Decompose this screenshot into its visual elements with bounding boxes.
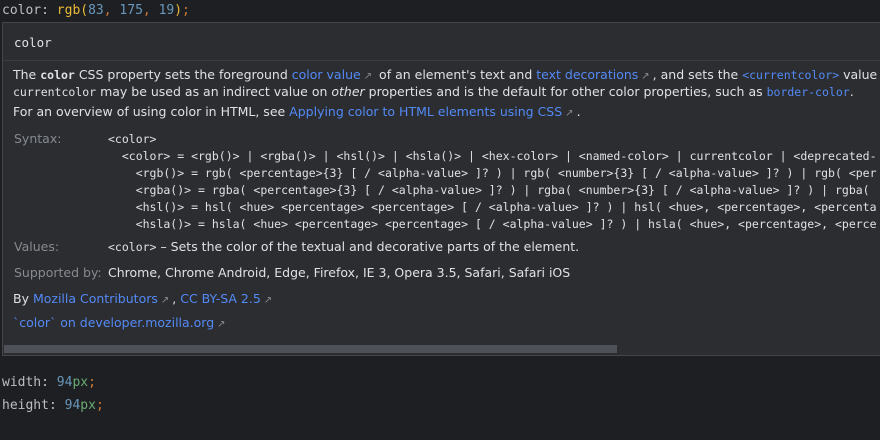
semicolon: ; [95, 398, 104, 413]
emphasis: other [331, 84, 365, 99]
paren: ) [174, 3, 183, 18]
external-link-icon: ↗ [217, 319, 226, 330]
code-line-width[interactable]: width: 94px; [2, 375, 96, 390]
syntax-line: <color> = <rgb()> | <rgba()> | <hsl()> |… [108, 149, 877, 163]
number: 94 [56, 375, 73, 390]
attribution: By Mozilla Contributors ↗, CC BY-SA 2.5 ↗ [13, 291, 275, 306]
divider [3, 60, 880, 61]
paren: ( [80, 3, 89, 18]
description-line-1: The color CSS property sets the foregrou… [13, 67, 877, 82]
text: may be used as an indirect value on [96, 84, 332, 99]
green-value: 175 [119, 3, 143, 18]
comma: , [103, 3, 120, 18]
link-text-decorations[interactable]: text decorations [536, 67, 638, 82]
external-link-icon: ↗ [641, 71, 650, 82]
values-text: <color> – Sets the color of the textual … [108, 239, 579, 254]
property-name: width [2, 375, 42, 390]
text: The [13, 67, 41, 82]
function-name: rgb [56, 3, 81, 18]
description-line-2: currentcolor may be used as an indirect … [13, 84, 854, 99]
link-applying-color[interactable]: Applying color to HTML elements using CS… [289, 104, 562, 119]
semicolon: ; [88, 375, 96, 390]
code-line-height[interactable]: height: 94px; [2, 398, 104, 413]
text: , and sets the [652, 67, 743, 82]
link-currentcolor[interactable]: <currentcolor> [742, 68, 839, 82]
inline-code: <color> [108, 240, 157, 254]
syntax-line: <rgb()> = rgb( <percentage>{3} [ / <alph… [108, 166, 877, 180]
popup-title: color [14, 35, 52, 50]
blue-value: 19 [158, 3, 175, 18]
text: properties and is the default for other … [364, 84, 767, 99]
horizontal-scrollbar[interactable] [4, 345, 617, 353]
link-color-value[interactable]: color value [292, 67, 361, 82]
colon: : [41, 375, 57, 390]
external-link-icon: ↗ [263, 295, 273, 306]
external-link-icon: ↗ [160, 295, 170, 306]
mdn-link-row: `color` on developer.mozilla.org ↗ [13, 315, 229, 330]
text: of an element's text and [375, 67, 537, 82]
supported-label: Supported by: [14, 265, 102, 280]
text: CSS property sets the foreground [74, 67, 292, 82]
unit: px [72, 375, 89, 390]
external-link-icon: ↗ [363, 71, 373, 82]
text: – Sets the color of the textual and deco… [156, 239, 580, 254]
comma: , [142, 3, 159, 18]
values-label: Values: [14, 239, 60, 254]
red-value: 83 [88, 3, 104, 18]
link-license[interactable]: CC BY-SA 2.5 [180, 291, 261, 306]
text: value [839, 67, 878, 82]
syntax-line: <color> [108, 132, 157, 146]
number: 94 [64, 398, 81, 413]
link-mozilla-contributors[interactable]: Mozilla Contributors [33, 291, 158, 306]
text: . [849, 84, 854, 99]
link-border-color[interactable]: border-color [767, 85, 850, 99]
syntax-line: <hsla()> = hsla( <hue> <percentage> <per… [108, 217, 877, 231]
link-mdn[interactable]: `color` on developer.mozilla.org [13, 315, 214, 330]
documentation-popup: color The color CSS property sets the fo… [2, 22, 880, 356]
inline-code: currentcolor [13, 85, 97, 99]
semicolon: ; [182, 3, 190, 18]
inline-code: color [40, 68, 75, 82]
syntax-block: <color> <color> = <rgb()> | <rgba()> | <… [108, 131, 877, 233]
text: By [13, 291, 33, 306]
text: For an overview of using color in HTML, … [13, 104, 290, 119]
supported-text: Chrome, Chrome Android, Edge, Firefox, I… [108, 265, 571, 280]
syntax-line: <hsl()> = hsl( <hue> <percentage> <perce… [108, 200, 877, 214]
property-name: height [2, 398, 49, 413]
colon: : [41, 3, 57, 18]
unit: px [80, 398, 96, 413]
colon: : [48, 398, 65, 413]
syntax-label: Syntax: [14, 131, 62, 146]
syntax-line: <rgba()> = rgba( <percentage>{3} [ / <al… [108, 183, 870, 197]
description-line-3: For an overview of using color in HTML, … [13, 104, 581, 119]
external-link-icon: ↗ [565, 108, 574, 119]
code-line-color[interactable]: color: rgb(83, 175, 19); [2, 3, 190, 18]
property-name: color [2, 3, 42, 18]
text: . [576, 104, 581, 119]
